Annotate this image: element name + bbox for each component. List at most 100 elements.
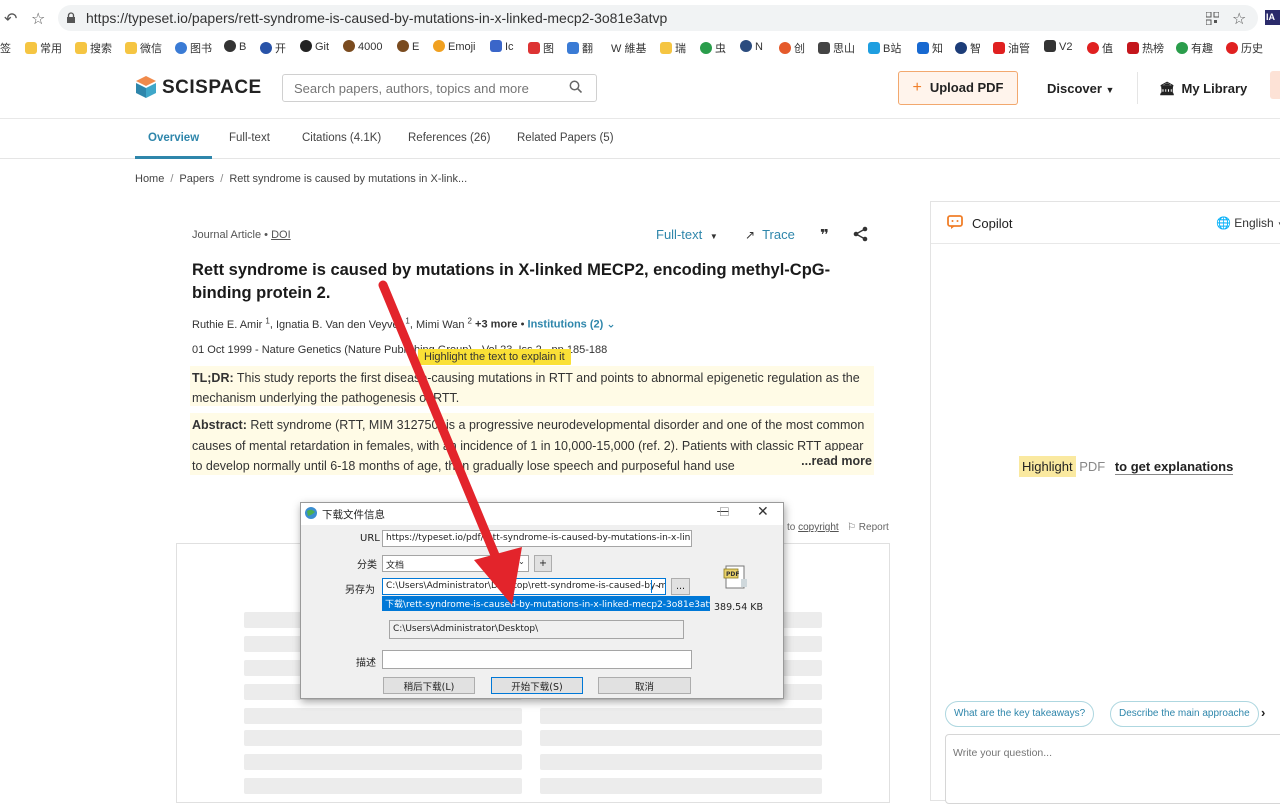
save-as-dropdown-option[interactable]: 下载\rett-syndrome-is-caused-by-mutations-… — [382, 596, 710, 611]
paper-title: Rett syndrome is caused by mutations in … — [192, 261, 831, 302]
bookmark-item[interactable]: 智 — [955, 40, 981, 56]
reload-icon[interactable]: ↶ — [4, 9, 17, 29]
more-authors-link[interactable]: +3 more — [475, 319, 518, 331]
bookmark-item[interactable]: B站 — [868, 40, 901, 56]
breadcrumb-papers[interactable]: Papers — [179, 173, 214, 185]
external-link-icon: ↗ — [745, 228, 756, 242]
bookmark-item[interactable]: 知 — [917, 40, 943, 56]
copilot-title: Copilot — [972, 216, 1013, 231]
trace-button[interactable]: ↗ Trace — [745, 227, 795, 242]
pdf-text-placeholder — [244, 708, 522, 724]
bookmark-item[interactable]: 瑞 — [660, 40, 686, 56]
institutions-dropdown[interactable]: Institutions (2) ⌄ — [528, 319, 616, 331]
my-library-link[interactable]: 🏛 My Library — [1159, 81, 1247, 97]
bookmark-item[interactable]: E — [397, 40, 419, 53]
pdf-text-placeholder — [540, 730, 822, 746]
plus-icon: + — [912, 79, 922, 96]
search-input[interactable] — [282, 74, 597, 102]
tab-full-text[interactable]: Full-text — [229, 132, 270, 144]
scispace-logo-icon[interactable] — [136, 76, 156, 98]
ext-ia-icon[interactable]: IA — [1265, 10, 1280, 25]
bookmark-item[interactable]: 创 — [779, 40, 805, 56]
start-download-button[interactable]: 开始下载(S) — [491, 677, 583, 694]
bookmark-item[interactable]: 开 — [260, 40, 286, 56]
divider — [1137, 72, 1138, 104]
tldr-block: TL;DR: This study reports the first dise… — [190, 366, 874, 406]
bookmark-item[interactable]: W 維基 — [611, 40, 646, 56]
url-field[interactable]: https://typeset.io/pdf/rett-syndrome-is-… — [382, 530, 692, 547]
bookmark-item[interactable]: 值 — [1087, 40, 1113, 56]
author-link[interactable]: Mimi Wan 2 — [416, 316, 472, 331]
report-button[interactable]: ⚐ Report — [847, 522, 889, 533]
bookmark-item[interactable]: B — [224, 40, 246, 53]
bookmark-item[interactable]: Git — [300, 40, 329, 53]
add-category-button[interactable]: + — [534, 555, 552, 572]
bookmark-item[interactable]: 常用 — [25, 40, 62, 56]
author-link[interactable]: Ignatia B. Van den Veyver 1 — [276, 316, 410, 331]
suggestion-chip-approach[interactable]: Describe the main approache — [1110, 701, 1259, 727]
browse-button[interactable]: ... — [671, 578, 690, 595]
category-select[interactable]: 文档 ⌄ — [382, 555, 529, 572]
dialog-titlebar[interactable]: 下载文件信息 — — [301, 503, 783, 525]
cancel-button[interactable]: 取消 — [598, 677, 691, 694]
save-as-combobox[interactable]: C:\Users\Administrator\Desktop\rett-synd… — [382, 578, 666, 595]
qr-icon[interactable] — [1206, 12, 1219, 25]
bookmark-item[interactable]: 历史 — [1226, 40, 1263, 56]
discover-menu[interactable]: Discover ▼ — [1047, 81, 1114, 96]
author-link[interactable]: Ruthie E. Amir 1 — [192, 316, 270, 331]
bookmark-star-icon[interactable]: ☆ — [31, 9, 45, 29]
language-selector[interactable]: 🌐 English ▼ — [1216, 216, 1280, 230]
bookmark-item[interactable]: 思山 — [818, 40, 855, 56]
bookmark-item[interactable]: 搜索 — [75, 40, 112, 56]
tab-overview[interactable]: Overview — [148, 132, 199, 144]
bookmark-item[interactable]: Ic — [490, 40, 514, 53]
tab-citations[interactable]: Citations (4.1K) — [302, 132, 381, 144]
download-dialog: 下载文件信息 — ☐ ✕ URL https://typeset.io/pdf/… — [300, 502, 784, 699]
chevron-down-icon: ⌄ — [651, 580, 665, 593]
copilot-panel: Copilot 🌐 English ▼ Highlight PDF to get… — [930, 201, 1280, 804]
breadcrumb-home[interactable]: Home — [135, 173, 164, 185]
suggestion-chip-takeaways[interactable]: What are the key takeaways? — [945, 701, 1095, 727]
tab-references[interactable]: References (26) — [408, 132, 490, 144]
address-bar-row: ↶ ☆ https://typeset.io/papers/rett-syndr… — [0, 0, 1280, 36]
copyright-link[interactable]: copyright — [798, 522, 839, 533]
bookmark-item[interactable]: 图 — [528, 40, 554, 56]
bookmark-item[interactable]: 虫 — [700, 40, 726, 56]
upload-pdf-button[interactable]: + Upload PDF — [898, 71, 1018, 105]
caret-down-icon: ▼ — [709, 232, 718, 241]
bookmark-item[interactable]: 4000 — [343, 40, 382, 53]
download-later-button[interactable]: 稍后下载(L) — [383, 677, 475, 694]
url-label: URL — [360, 533, 380, 544]
bookmark-item[interactable]: N — [740, 40, 763, 53]
question-input[interactable] — [945, 734, 1280, 804]
bookmark-item[interactable]: 油管 — [993, 40, 1030, 56]
doi-link[interactable]: DOI — [271, 229, 291, 241]
bookmark-item[interactable]: 签 — [0, 40, 11, 56]
flag-icon: ⚐ — [847, 522, 857, 533]
description-input[interactable] — [382, 650, 692, 669]
chevron-right-icon[interactable]: › — [1261, 705, 1265, 720]
share-icon[interactable] — [853, 226, 868, 242]
bookmark-item[interactable]: Emoji — [433, 40, 476, 53]
header-cut-off-button[interactable] — [1270, 71, 1280, 99]
authors-row: Ruthie E. Amir 1, Ignatia B. Van den Vey… — [192, 316, 616, 331]
bookmark-item[interactable]: 有趣 — [1176, 40, 1213, 56]
bookmark-item[interactable]: 微信 — [125, 40, 162, 56]
cite-quote-icon[interactable]: ❞ — [820, 226, 829, 244]
close-icon[interactable]: ✕ — [757, 504, 769, 520]
bookmark-item[interactable]: 图书 — [175, 40, 212, 56]
maximize-button[interactable]: ☐ — [719, 505, 730, 519]
bookmark-item[interactable]: V2 — [1044, 40, 1072, 53]
bookmark-item[interactable]: 翻 — [567, 40, 593, 56]
full-text-dropdown[interactable]: Full-text ▼ — [656, 227, 718, 242]
logo-text[interactable]: SCISPACE — [162, 77, 262, 99]
browser-chrome: ↶ ☆ https://typeset.io/papers/rett-syndr… — [0, 0, 1280, 63]
bookmark-item[interactable]: 热榜 — [1127, 40, 1164, 56]
star-icon[interactable]: ☆ — [1232, 9, 1246, 29]
search-icon[interactable] — [569, 80, 582, 93]
tab-related-papers[interactable]: Related Papers (5) — [517, 132, 614, 144]
pdf-text-placeholder — [540, 778, 822, 794]
breadcrumb-current: Rett syndrome is caused by mutations in … — [229, 173, 468, 185]
library-icon: 🏛 — [1159, 81, 1176, 96]
read-more-link[interactable]: ...read more — [799, 450, 872, 471]
